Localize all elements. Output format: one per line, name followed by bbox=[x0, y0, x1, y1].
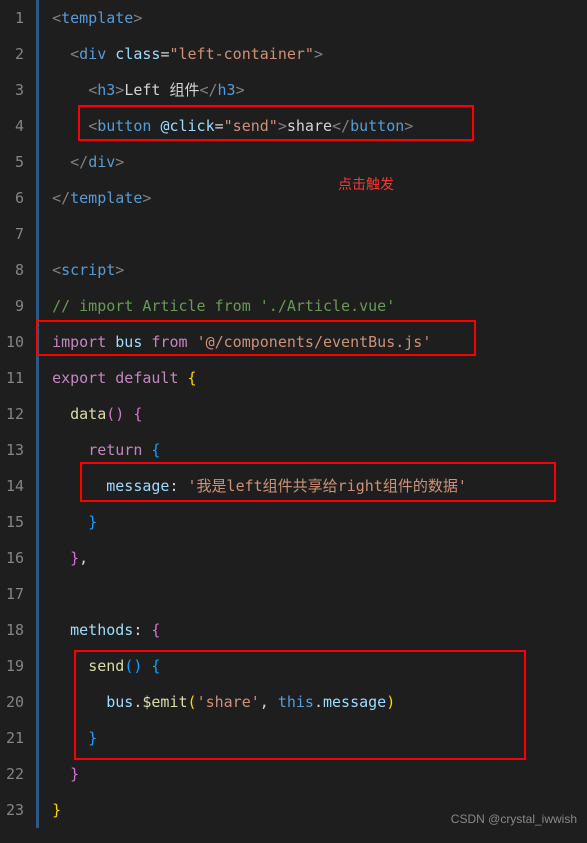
code-area[interactable]: <template> <div class="left-container"> … bbox=[30, 0, 587, 843]
code-line[interactable]: send() { bbox=[34, 648, 587, 684]
code-line[interactable]: </div> bbox=[34, 144, 587, 180]
line-number: 4 bbox=[0, 108, 30, 144]
code-line[interactable]: return { bbox=[34, 432, 587, 468]
code-line[interactable]: } bbox=[34, 756, 587, 792]
code-line[interactable]: import bus from '@/components/eventBus.j… bbox=[34, 324, 587, 360]
line-number: 1 bbox=[0, 0, 30, 36]
line-number: 23 bbox=[0, 792, 30, 828]
code-line[interactable]: data() { bbox=[34, 396, 587, 432]
line-number: 13 bbox=[0, 432, 30, 468]
line-number: 7 bbox=[0, 216, 30, 252]
line-number: 16 bbox=[0, 540, 30, 576]
code-line[interactable]: bus.$emit('share', this.message) bbox=[34, 684, 587, 720]
code-line[interactable]: export default { bbox=[34, 360, 587, 396]
code-line[interactable] bbox=[34, 576, 587, 612]
code-line[interactable]: <div class="left-container"> bbox=[34, 36, 587, 72]
code-line[interactable]: <script> bbox=[34, 252, 587, 288]
line-number: 22 bbox=[0, 756, 30, 792]
line-number: 5 bbox=[0, 144, 30, 180]
code-line[interactable]: methods: { bbox=[34, 612, 587, 648]
line-number: 6 bbox=[0, 180, 30, 216]
line-number: 21 bbox=[0, 720, 30, 756]
line-number: 20 bbox=[0, 684, 30, 720]
line-number: 10 bbox=[0, 324, 30, 360]
line-number: 8 bbox=[0, 252, 30, 288]
code-line[interactable]: <h3>Left 组件</h3> bbox=[34, 72, 587, 108]
code-line[interactable] bbox=[34, 216, 587, 252]
line-number: 3 bbox=[0, 72, 30, 108]
line-number: 9 bbox=[0, 288, 30, 324]
code-line[interactable]: }, bbox=[34, 540, 587, 576]
line-number: 18 bbox=[0, 612, 30, 648]
line-number: 12 bbox=[0, 396, 30, 432]
watermark: CSDN @crystal_iwwish bbox=[451, 801, 577, 837]
code-line[interactable]: } bbox=[34, 720, 587, 756]
code-line[interactable]: </template> bbox=[34, 180, 587, 216]
line-number: 14 bbox=[0, 468, 30, 504]
code-line[interactable]: <template> bbox=[34, 0, 587, 36]
line-number: 11 bbox=[0, 360, 30, 396]
code-line[interactable]: message: '我是left组件共享给right组件的数据' bbox=[34, 468, 587, 504]
code-line[interactable]: // import Article from './Article.vue' bbox=[34, 288, 587, 324]
line-number: 15 bbox=[0, 504, 30, 540]
line-number: 17 bbox=[0, 576, 30, 612]
line-gutter: 1 2 3 4 5 6 7 8 9 10 11 12 13 14 15 16 1… bbox=[0, 0, 30, 843]
code-line[interactable]: } bbox=[34, 504, 587, 540]
annotation-label: 点击触发 bbox=[338, 166, 394, 202]
code-line[interactable]: <button @click="send">share</button> bbox=[34, 108, 587, 144]
line-number: 19 bbox=[0, 648, 30, 684]
line-number: 2 bbox=[0, 36, 30, 72]
code-editor: 1 2 3 4 5 6 7 8 9 10 11 12 13 14 15 16 1… bbox=[0, 0, 587, 843]
